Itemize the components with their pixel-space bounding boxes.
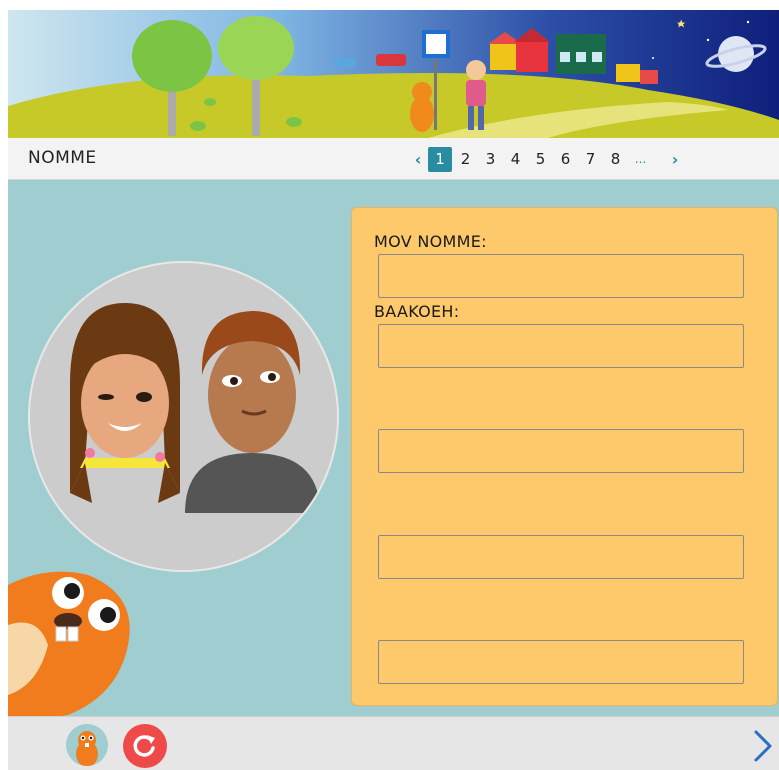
pager-ellipsis[interactable]: ... [628,147,653,172]
pager-page-1[interactable]: 1 [428,146,452,172]
pager-page-5[interactable]: 5 [528,147,553,172]
banner-illustration [8,10,779,138]
pager-page-7[interactable]: 7 [578,147,603,172]
beaver-mascot [8,571,130,725]
children-portrait [28,261,339,572]
form-panel: MOV NOMME: BAAKOEH: [351,207,778,706]
pager-page-3[interactable]: 3 [478,147,503,172]
field5-input[interactable] [378,640,744,684]
chevron-right-icon [754,730,772,762]
field3-input[interactable] [378,429,744,473]
field4-input[interactable] [378,535,744,579]
refresh-icon [133,735,155,757]
children-illustration [70,303,320,513]
page-title: NOMME [28,148,97,168]
title-bar: NOMME ‹ 1 2 3 4 5 6 7 8 ... › [8,138,779,180]
pager-page-2[interactable]: 2 [453,147,478,172]
field2-label: BAAKOEH: [374,302,460,321]
pager-page-4[interactable]: 4 [503,147,528,172]
field2-input[interactable] [378,324,744,368]
field1-input[interactable] [378,254,744,298]
pager: ‹ 1 2 3 4 5 6 7 8 ... › [408,145,685,173]
field1-label: MOV NOMME: [374,232,487,251]
bottom-toolbar [8,716,779,770]
pager-page-6[interactable]: 6 [553,147,578,172]
reset-button[interactable] [123,724,167,768]
next-button[interactable] [750,729,774,763]
beaver-avatar-icon [66,724,108,766]
avatar-button[interactable] [66,724,108,766]
pager-prev-button[interactable]: ‹ [408,150,428,169]
header-banner [8,10,779,138]
pager-page-8[interactable]: 8 [603,147,628,172]
pager-next-button[interactable]: › [665,150,685,169]
app-window: NOMME ‹ 1 2 3 4 5 6 7 8 ... › MOV NOMME:… [8,10,779,770]
